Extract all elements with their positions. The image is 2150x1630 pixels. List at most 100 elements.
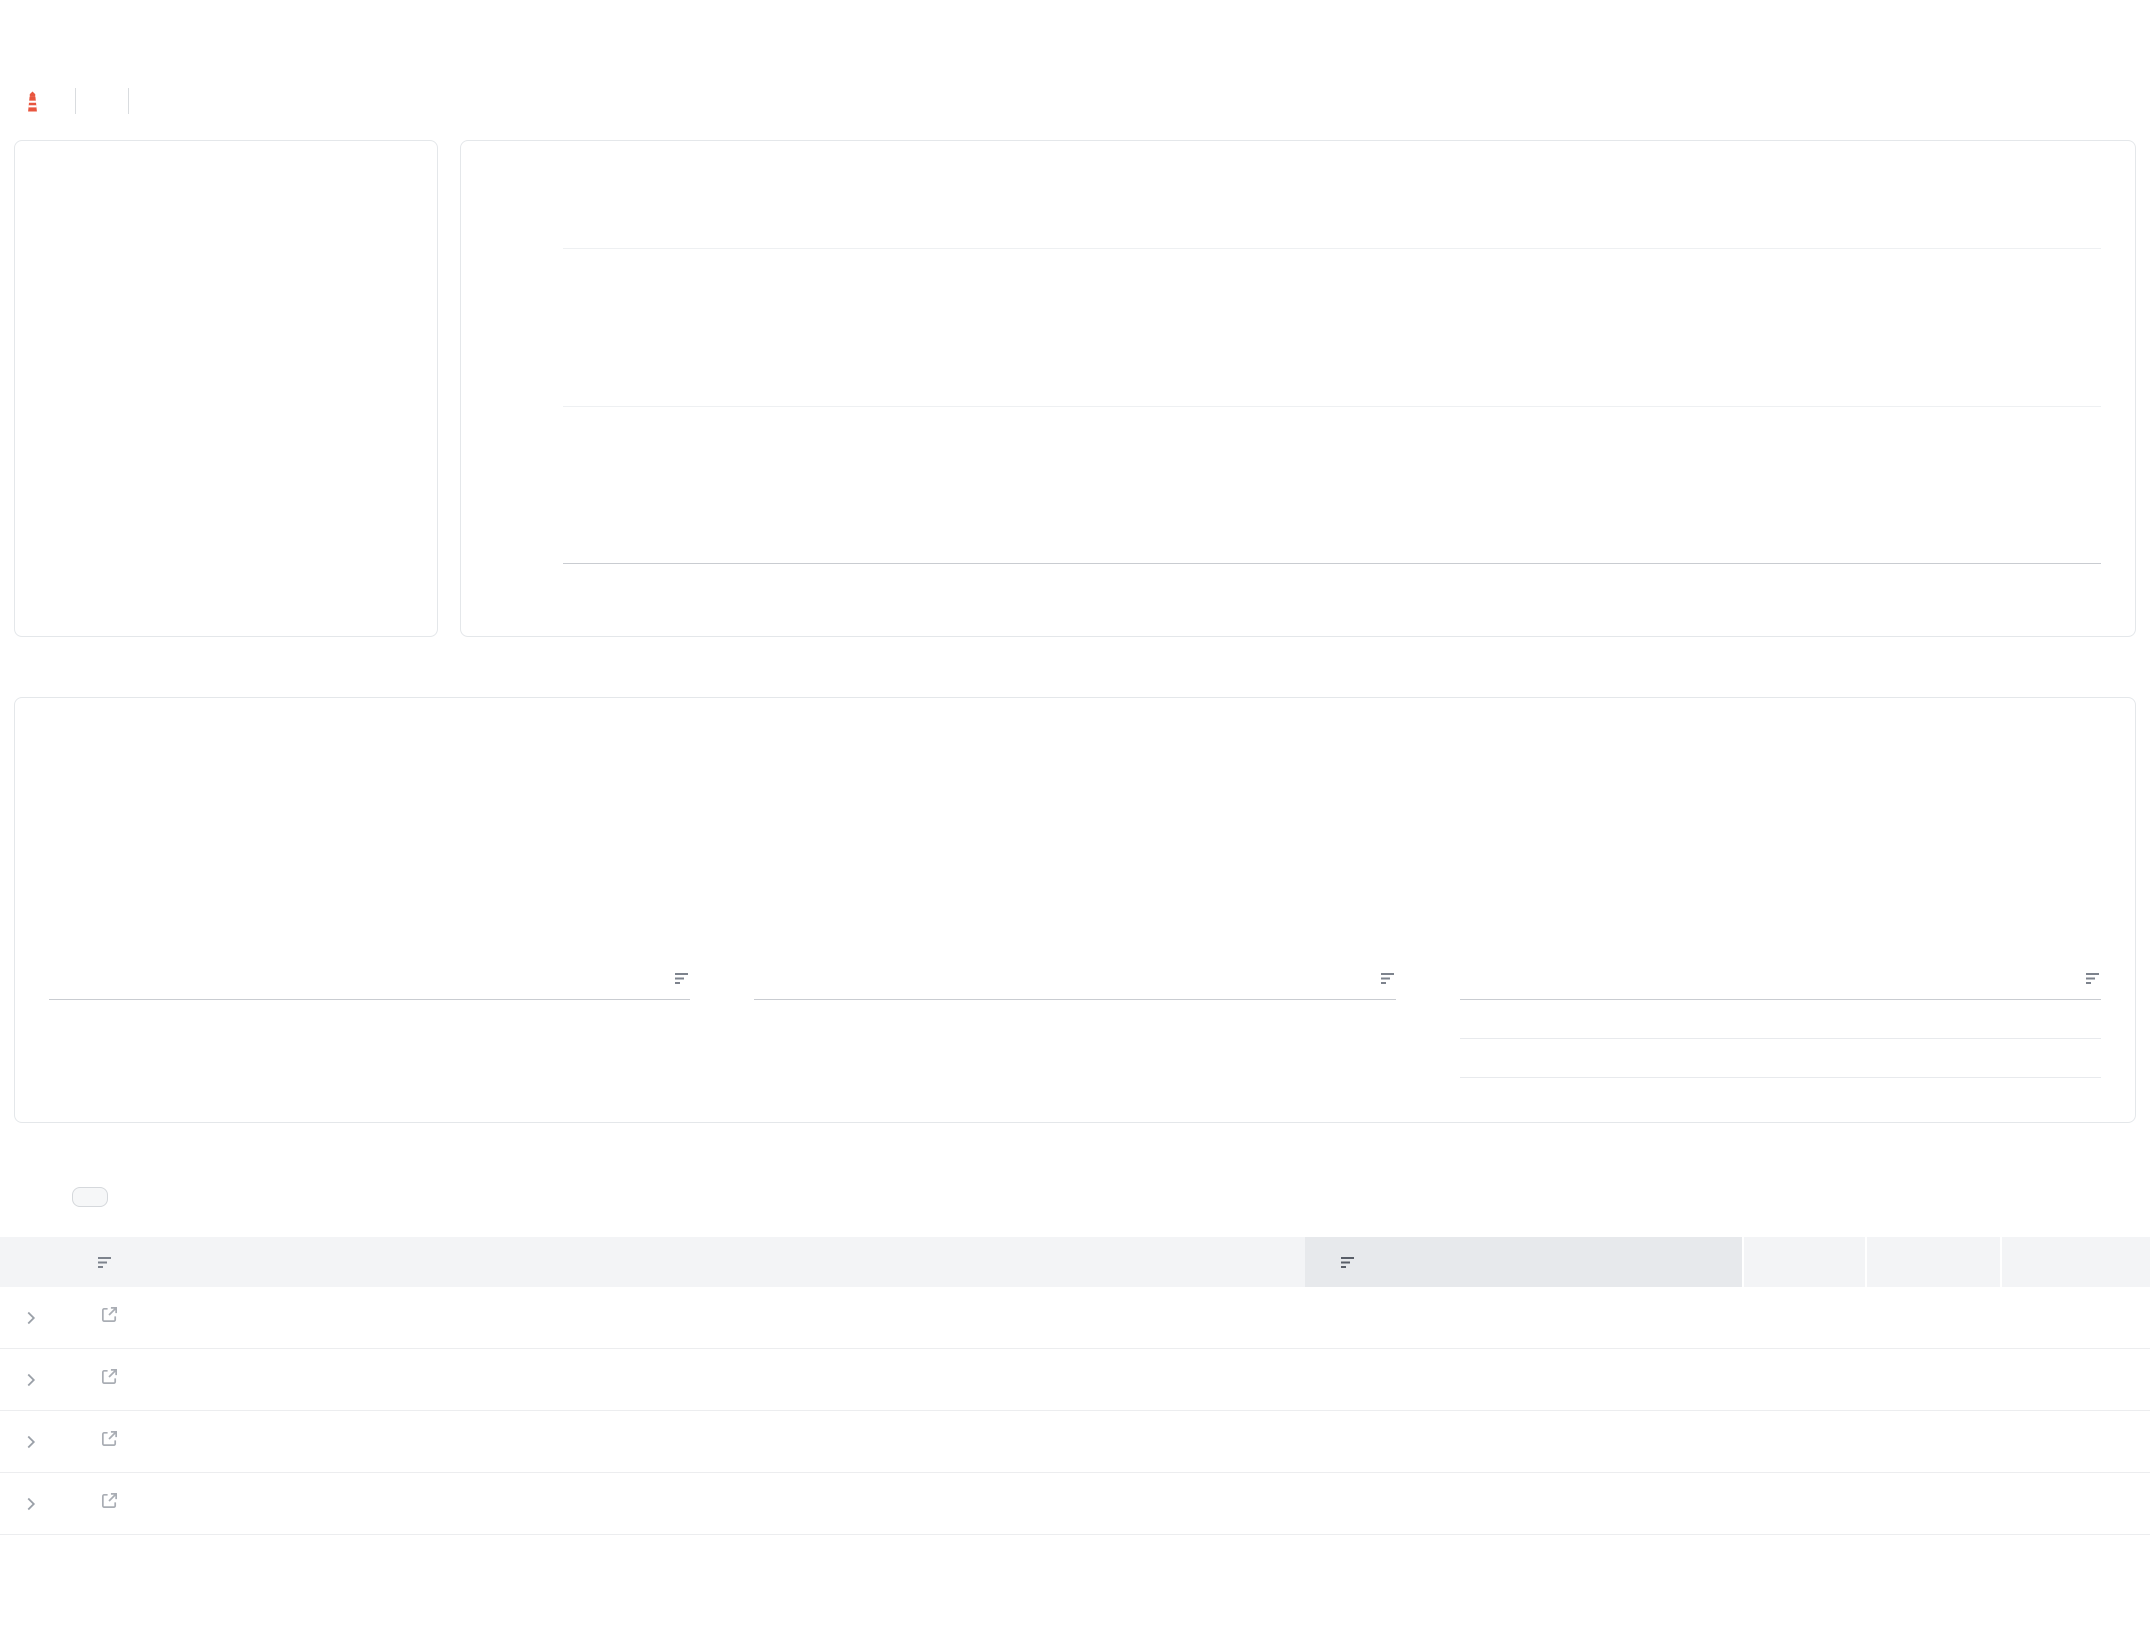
table-row <box>0 1411 2150 1473</box>
legend-item-na <box>908 888 1108 903</box>
analyzed-pages-section <box>0 1187 2150 1535</box>
legend-item-to-improve <box>550 189 575 204</box>
cls-donut-chart <box>1460 814 1572 926</box>
affected-pages-sort[interactable] <box>2078 972 2101 985</box>
cls-column-header[interactable] <box>2000 1237 2150 1287</box>
cls-metric-column <box>1459 782 2101 1078</box>
na-dot-icon <box>672 189 687 204</box>
expand-row-chevron[interactable] <box>0 1369 62 1391</box>
status-badge <box>1305 1435 1742 1449</box>
lcp-metric-column <box>49 782 691 1078</box>
external-link-icon[interactable] <box>100 1367 119 1392</box>
good-dot-icon <box>908 816 923 831</box>
page-status-legend <box>43 475 409 579</box>
legend-item-to-improve <box>203 840 403 855</box>
divider <box>75 88 76 114</box>
to-improve-dot-icon <box>203 840 218 855</box>
good-dot-icon <box>43 475 60 492</box>
x-axis-ticks <box>563 564 2101 606</box>
divider <box>128 88 129 114</box>
cls-issue-row <box>1459 1000 2101 1039</box>
expand-row-chevron[interactable] <box>0 1307 62 1329</box>
poor-dot-icon <box>908 864 923 879</box>
external-link-icon[interactable] <box>100 1429 119 1454</box>
good-dot-icon <box>1614 816 1629 831</box>
legend-item-poor <box>908 864 1108 879</box>
na-dot-icon <box>908 888 923 903</box>
table-row <box>0 1349 2150 1411</box>
na-dot-icon <box>1614 888 1629 903</box>
external-link-icon[interactable] <box>100 1305 119 1330</box>
tbt-metric-column <box>754 782 1396 1078</box>
legend-item-to-improve <box>908 840 1108 855</box>
legend-item-poor <box>203 864 403 879</box>
page-status-card <box>14 140 438 637</box>
affected-pages-sort[interactable] <box>667 972 690 985</box>
lcp-column-header[interactable] <box>1742 1237 1865 1287</box>
to-improve-dot-icon <box>1614 840 1629 855</box>
cls-legend <box>1614 814 1814 926</box>
status-dot-icon <box>1333 1497 1347 1511</box>
status-column-header[interactable] <box>1305 1237 1742 1287</box>
page-header <box>22 26 2128 114</box>
legend-item-na <box>672 189 697 204</box>
expand-row-chevron[interactable] <box>0 1431 62 1453</box>
to-improve-dot-icon <box>908 840 923 855</box>
table-row <box>0 1287 2150 1349</box>
poor-dot-icon <box>611 189 626 204</box>
metrics-card <box>14 697 2136 1123</box>
good-dot-icon <box>203 816 218 831</box>
legend-item-good <box>489 189 514 204</box>
lcp-legend <box>203 814 403 926</box>
good-dot-icon <box>489 189 504 204</box>
core-web-vitals-page <box>0 0 2150 1549</box>
table-row <box>0 1473 2150 1535</box>
cls-issue-row <box>1459 1039 2101 1078</box>
to-improve-dot-icon <box>43 504 60 521</box>
historical-legend <box>489 189 2107 204</box>
legend-item-poor <box>1614 864 1814 879</box>
historical-data-card <box>460 140 2136 637</box>
affected-pages-sort[interactable] <box>1373 972 1396 985</box>
expand-row-chevron[interactable] <box>0 1493 62 1515</box>
status-dot-icon <box>1333 1311 1347 1325</box>
legend-item-na <box>43 562 409 579</box>
sort-icon <box>98 1256 113 1269</box>
stacked-bars <box>563 248 2101 564</box>
lighthouse-icon <box>22 91 43 112</box>
legend-item-to-improve <box>43 504 409 521</box>
legend-item-good <box>908 816 1108 831</box>
status-badge <box>1305 1373 1742 1387</box>
edit-list-button[interactable] <box>72 1187 108 1207</box>
page-status-donut-chart <box>104 197 348 441</box>
historical-bar-chart <box>563 248 2101 564</box>
legend-item-to-improve <box>1614 840 1814 855</box>
external-link-icon[interactable] <box>100 1491 119 1516</box>
poor-dot-icon <box>203 864 218 879</box>
score-donut-icon <box>50 26 88 64</box>
na-dot-icon <box>43 562 60 579</box>
na-dot-icon <box>203 888 218 903</box>
analyzed-pages-table <box>0 1237 2150 1535</box>
legend-item-na <box>1614 888 1814 903</box>
legend-item-poor <box>611 189 636 204</box>
url-column-header[interactable] <box>62 1237 1305 1287</box>
tbt-legend <box>908 814 1108 926</box>
legend-item-na <box>203 888 403 903</box>
status-badge <box>1305 1311 1742 1325</box>
status-dot-icon <box>1333 1373 1347 1387</box>
sort-icon <box>675 972 690 985</box>
lcp-donut-chart <box>49 814 161 926</box>
poor-dot-icon <box>43 533 60 550</box>
legend-item-poor <box>43 533 409 550</box>
tbt-column-header[interactable] <box>1865 1237 2000 1287</box>
status-badge <box>1305 1497 1742 1511</box>
legend-item-good <box>1614 816 1814 831</box>
sort-icon <box>1380 972 1396 985</box>
legend-item-good <box>43 475 409 492</box>
sort-icon <box>2085 972 2101 985</box>
status-dot-icon <box>1333 1435 1347 1449</box>
to-improve-dot-icon <box>550 189 565 204</box>
legend-item-good <box>203 816 403 831</box>
table-header-row <box>0 1237 2150 1287</box>
